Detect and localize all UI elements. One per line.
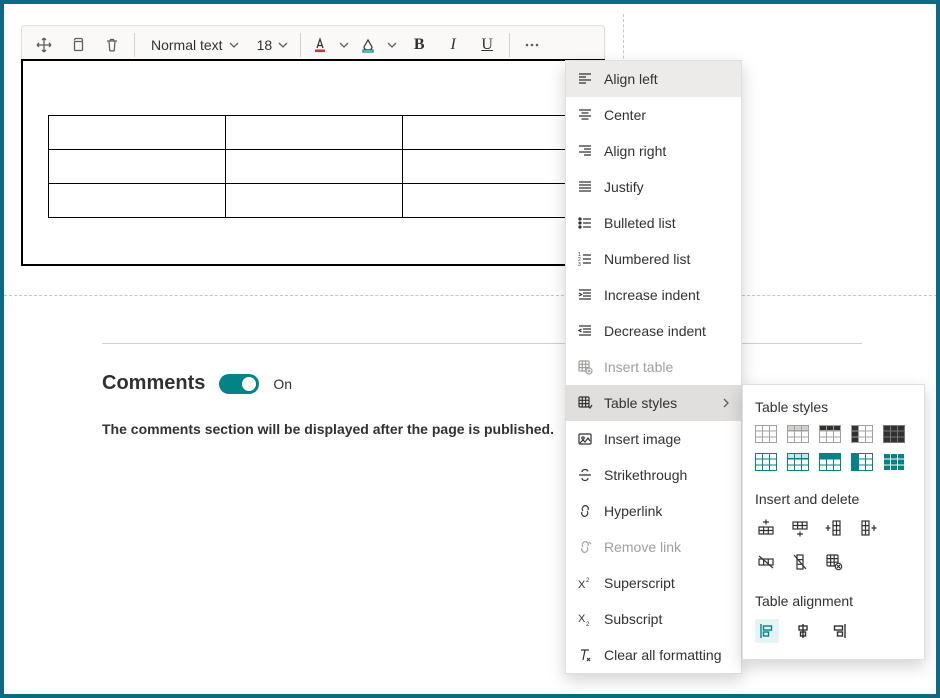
table-style-column-teal[interactable] xyxy=(851,453,873,471)
menu-item-align-right[interactable]: Align right xyxy=(566,133,741,169)
menu-item-remove-link: Remove link xyxy=(566,529,741,565)
menu-item-bulleted-list[interactable]: Bulleted list xyxy=(566,205,741,241)
table-row[interactable] xyxy=(49,150,580,184)
chevron-down-icon xyxy=(229,40,239,50)
delete-icon[interactable] xyxy=(96,29,128,61)
content-table[interactable] xyxy=(48,115,580,218)
decrease-indent-icon xyxy=(576,323,594,339)
font-color-caret[interactable] xyxy=(335,29,353,61)
menu-item-subscript[interactable]: X2 Subscript xyxy=(566,601,741,637)
insert-column-right-button[interactable] xyxy=(857,517,879,539)
table-style-plain-teal[interactable] xyxy=(755,453,777,471)
insert-delete-grid xyxy=(755,517,912,573)
svg-text:2: 2 xyxy=(586,622,590,627)
guide-horizontal-left xyxy=(4,295,564,296)
chevron-right-icon xyxy=(721,395,731,411)
menu-item-increase-indent[interactable]: Increase indent xyxy=(566,277,741,313)
superscript-icon: X2 xyxy=(576,575,594,591)
menu-item-insert-image[interactable]: Insert image xyxy=(566,421,741,457)
increase-indent-icon xyxy=(576,287,594,303)
more-button[interactable] xyxy=(516,29,548,61)
bold-button[interactable]: B xyxy=(403,29,435,61)
table-styles-grid xyxy=(755,425,912,471)
comments-title: Comments xyxy=(102,372,205,395)
table-style-header-light-teal[interactable] xyxy=(787,453,809,471)
justify-icon xyxy=(576,179,594,195)
delete-column-button[interactable] xyxy=(789,551,811,573)
menu-item-align-left[interactable]: Align left xyxy=(566,61,741,97)
font-size-select[interactable]: 18 xyxy=(247,29,295,61)
comments-toggle[interactable] xyxy=(219,374,259,394)
menu-item-decrease-indent[interactable]: Decrease indent xyxy=(566,313,741,349)
table-row[interactable] xyxy=(49,116,580,150)
separator xyxy=(134,33,135,57)
text-style-label: Normal text xyxy=(151,37,223,53)
svg-text:X: X xyxy=(578,613,586,625)
guide-horizontal-right xyxy=(742,295,940,296)
separator xyxy=(509,33,510,57)
numbered-list-icon: 1 2 3 xyxy=(576,251,594,267)
submenu-section-styles: Table styles xyxy=(755,399,912,415)
separator xyxy=(300,33,301,57)
delete-table-button[interactable] xyxy=(823,551,845,573)
svg-text:2: 2 xyxy=(586,578,590,584)
insert-table-icon xyxy=(576,359,594,375)
highlight-caret[interactable] xyxy=(383,29,401,61)
menu-item-clear-formatting[interactable]: Clear all formatting xyxy=(566,637,741,673)
insert-row-above-button[interactable] xyxy=(755,517,777,539)
table-styles-submenu: Table styles xyxy=(742,384,925,660)
table-align-left-button[interactable] xyxy=(755,619,779,643)
text-style-select[interactable]: Normal text xyxy=(141,29,245,61)
table-style-header-dark[interactable] xyxy=(819,425,841,443)
bulleted-list-icon xyxy=(576,215,594,231)
table-style-header-light[interactable] xyxy=(787,425,809,443)
table-style-filled-teal[interactable] xyxy=(883,453,905,471)
subscript-icon: X2 xyxy=(576,611,594,627)
svg-text:3: 3 xyxy=(578,262,581,267)
table-style-column-dark[interactable] xyxy=(851,425,873,443)
menu-item-center[interactable]: Center xyxy=(566,97,741,133)
align-left-icon xyxy=(576,71,594,87)
table-styles-icon xyxy=(576,395,594,411)
table-alignment-grid xyxy=(755,619,912,643)
table-style-filled-dark[interactable] xyxy=(883,425,905,443)
clear-formatting-icon xyxy=(576,647,594,663)
insert-image-icon xyxy=(576,431,594,447)
text-editor-block[interactable] xyxy=(21,59,605,266)
menu-item-strikethrough[interactable]: Strikethrough xyxy=(566,457,741,493)
highlight-button[interactable] xyxy=(355,29,381,61)
formatting-menu: Align left Center Align right Justify Bu… xyxy=(565,60,742,674)
align-center-icon xyxy=(576,107,594,123)
move-icon[interactable] xyxy=(28,29,60,61)
underline-button[interactable]: U xyxy=(471,29,503,61)
menu-item-superscript[interactable]: X2 Superscript xyxy=(566,565,741,601)
table-style-plain[interactable] xyxy=(755,425,777,443)
toggle-label: On xyxy=(273,376,292,392)
hyperlink-icon xyxy=(576,503,594,519)
table-row[interactable] xyxy=(49,184,580,218)
table-style-header-teal[interactable] xyxy=(819,453,841,471)
svg-text:X: X xyxy=(578,579,586,591)
copy-icon[interactable] xyxy=(62,29,94,61)
submenu-section-insert-delete: Insert and delete xyxy=(755,491,912,507)
strikethrough-icon xyxy=(576,467,594,483)
insert-row-below-button[interactable] xyxy=(789,517,811,539)
menu-item-table-styles[interactable]: Table styles xyxy=(566,385,741,421)
menu-item-insert-table: Insert table xyxy=(566,349,741,385)
chevron-down-icon xyxy=(278,40,288,50)
insert-column-left-button[interactable] xyxy=(823,517,845,539)
font-color-button[interactable] xyxy=(307,29,333,61)
italic-button[interactable]: I xyxy=(437,29,469,61)
font-size-label: 18 xyxy=(257,37,273,53)
align-right-icon xyxy=(576,143,594,159)
menu-item-justify[interactable]: Justify xyxy=(566,169,741,205)
menu-item-hyperlink[interactable]: Hyperlink xyxy=(566,493,741,529)
submenu-section-alignment: Table alignment xyxy=(755,593,912,609)
table-align-center-button[interactable] xyxy=(791,619,815,643)
divider xyxy=(102,343,862,344)
delete-row-button[interactable] xyxy=(755,551,777,573)
remove-link-icon xyxy=(576,539,594,555)
table-align-right-button[interactable] xyxy=(827,619,851,643)
menu-item-numbered-list[interactable]: 1 2 3 Numbered list xyxy=(566,241,741,277)
